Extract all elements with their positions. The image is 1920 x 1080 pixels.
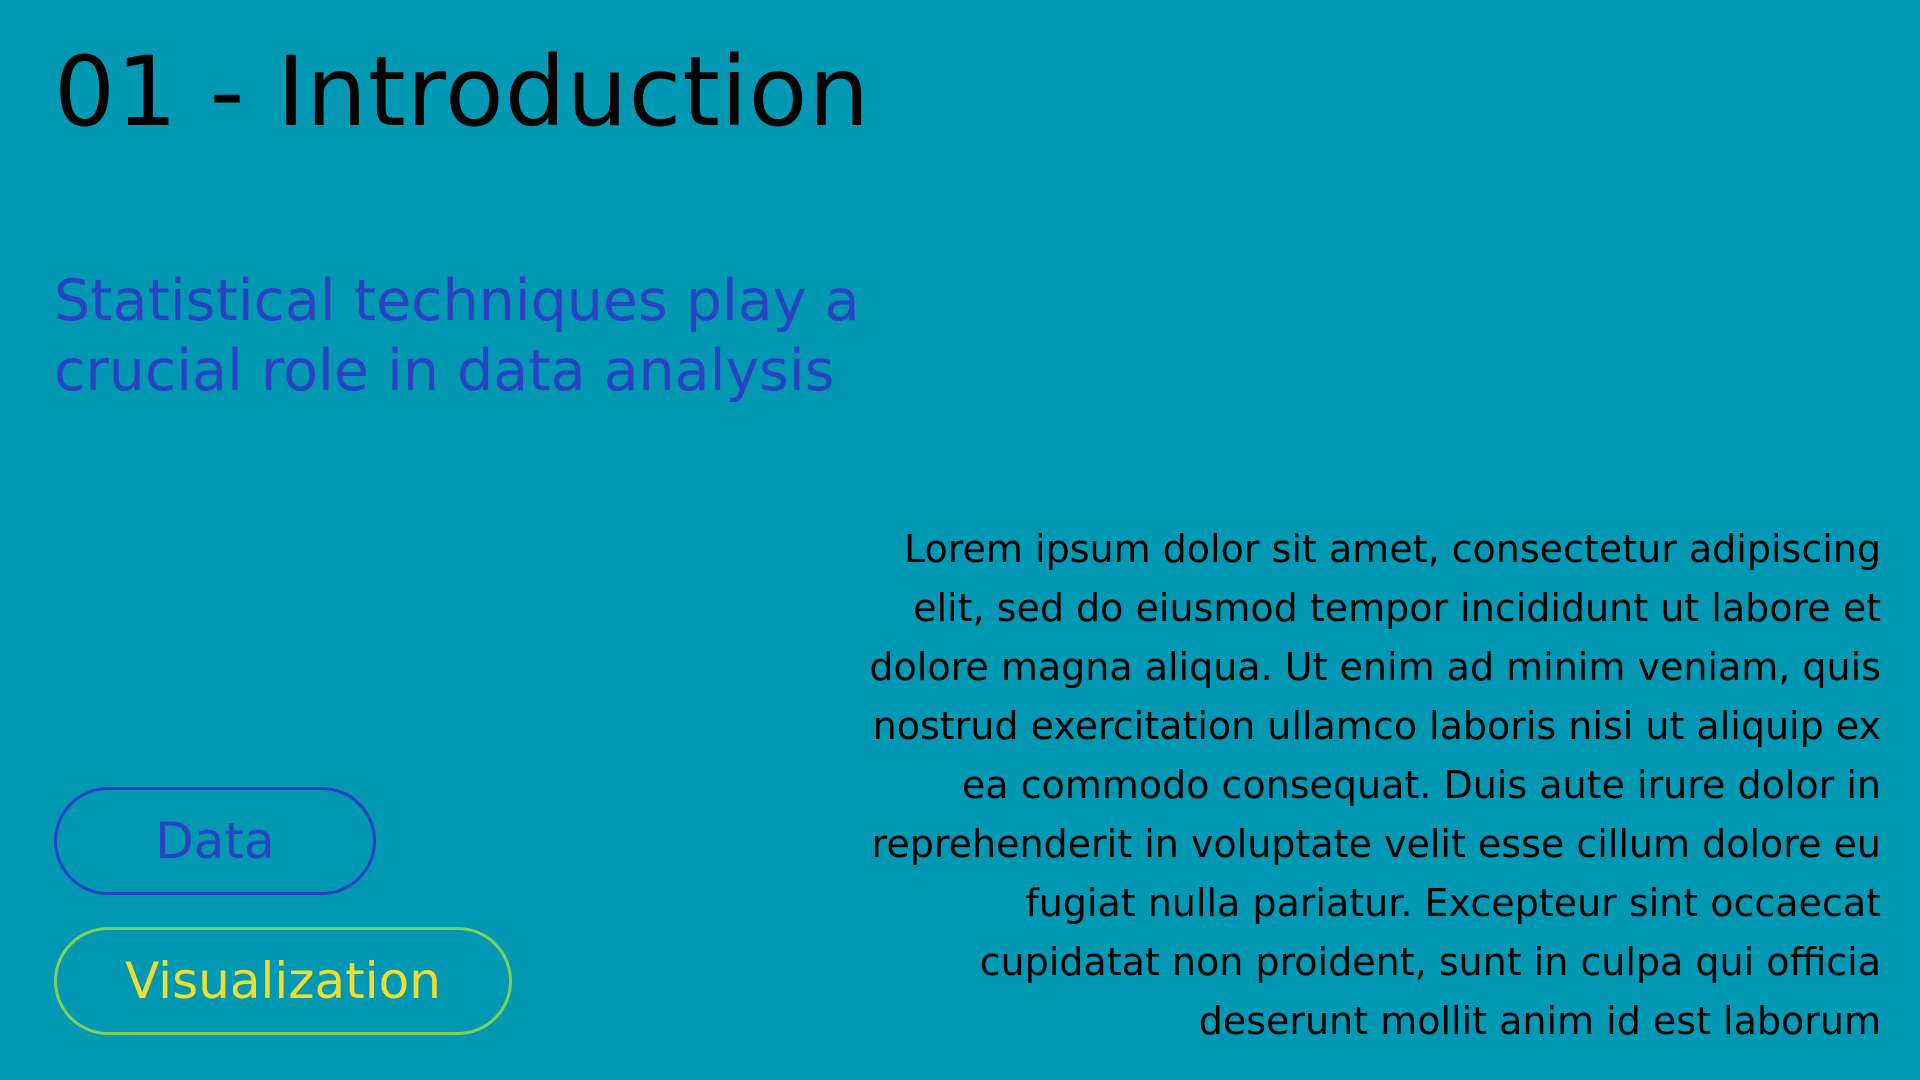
data-tag-button[interactable]: Data bbox=[54, 787, 376, 895]
body-line: cupidatat non proident, sunt in culpa qu… bbox=[979, 940, 1881, 984]
subtitle-line: crucial role in data analysis bbox=[54, 338, 835, 404]
body-line: ea commodo consequat. Duis aute irure do… bbox=[961, 763, 1881, 807]
slide-title: 01 - Introduction bbox=[54, 36, 871, 148]
visualization-tag-button[interactable]: Visualization bbox=[54, 927, 512, 1035]
slide: 01 - Introduction Statistical techniques… bbox=[0, 0, 1920, 1080]
body-line: fugiat nulla pariatur. Excepteur sint oc… bbox=[1025, 881, 1881, 925]
body-line: Lorem ipsum dolor sit amet, consectetur … bbox=[904, 527, 1881, 571]
body-line: reprehenderit in voluptate velit esse ci… bbox=[871, 822, 1881, 866]
subtitle-line: Statistical techniques play a bbox=[54, 268, 860, 334]
slide-subtitle: Statistical techniques play a crucial ro… bbox=[54, 266, 1154, 406]
body-line: elit, sed do eiusmod tempor incididunt u… bbox=[913, 586, 1881, 630]
body-paragraph: Lorem ipsum dolor sit amet, consectetur … bbox=[681, 520, 1881, 1051]
body-line: dolore magna aliqua. Ut enim ad minim ve… bbox=[869, 645, 1881, 689]
body-line: deserunt mollit anim id est laborum bbox=[1198, 999, 1881, 1043]
body-line: nostrud exercitation ullamco laboris nis… bbox=[872, 704, 1881, 748]
